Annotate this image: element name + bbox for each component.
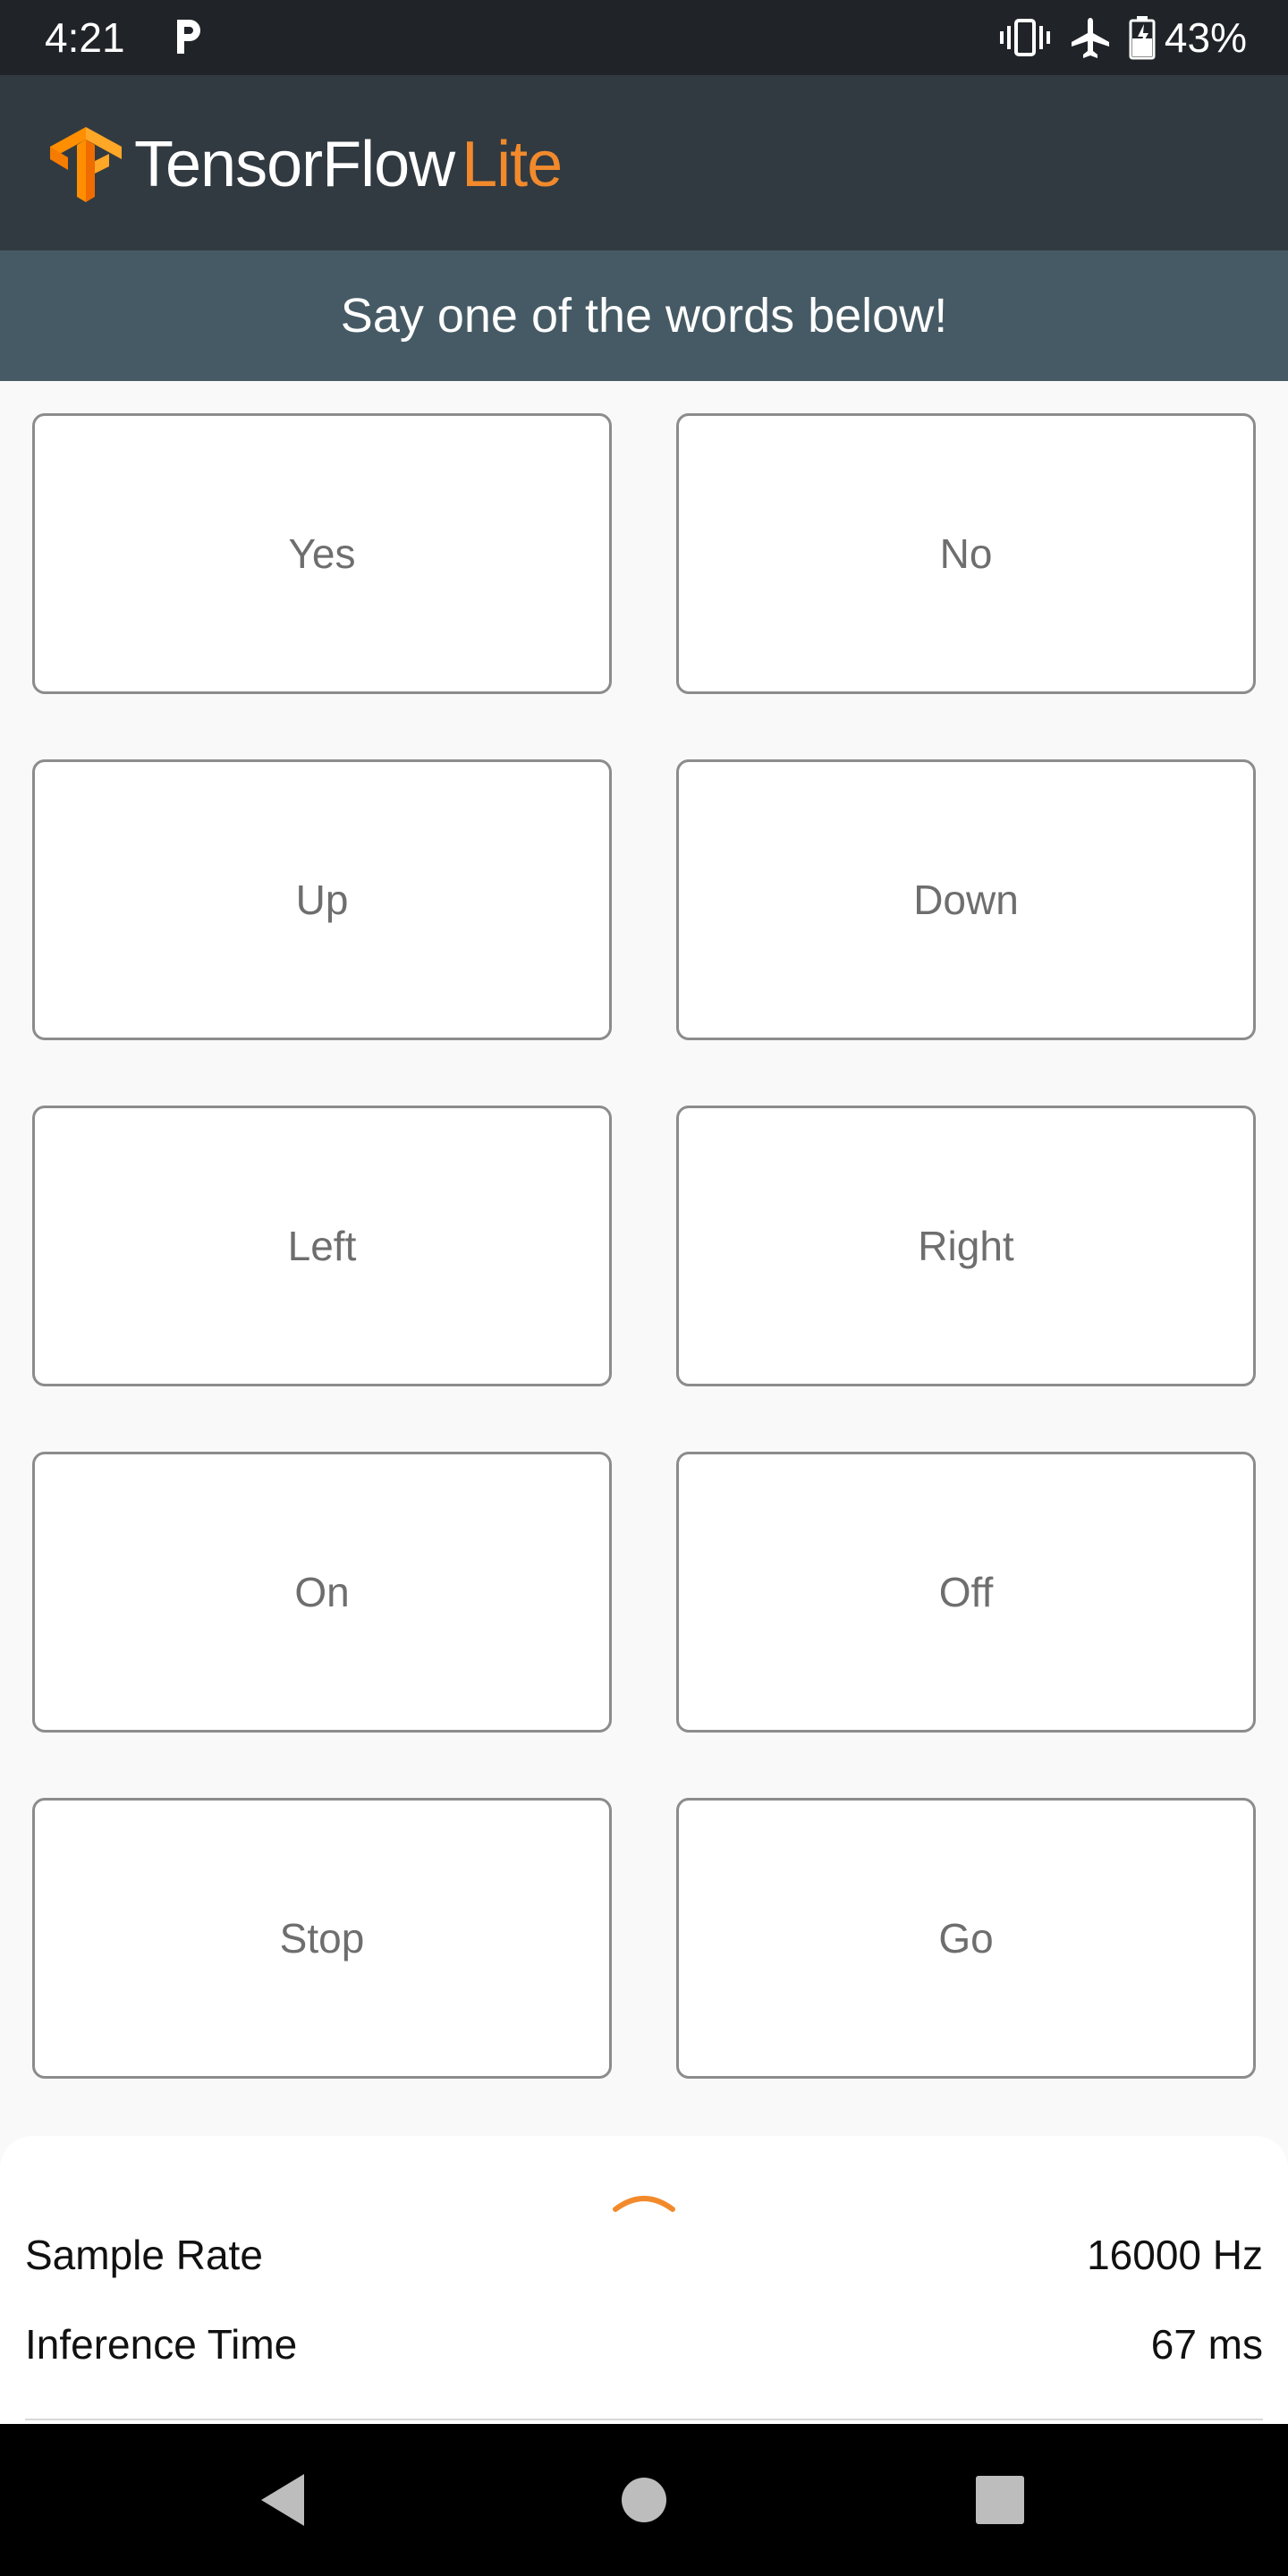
word-no: No bbox=[676, 413, 1256, 694]
word-right: Right bbox=[676, 1106, 1256, 1386]
word-go: Go bbox=[676, 1798, 1256, 2079]
app-title-main: TensorFlow bbox=[134, 129, 455, 200]
status-bar: 4:21 43% bbox=[0, 0, 1288, 75]
inference-time-label: Inference Time bbox=[25, 2321, 298, 2368]
inference-time-row: Inference Time 67 ms bbox=[25, 2320, 1263, 2368]
back-icon[interactable] bbox=[252, 2469, 315, 2531]
app-bar: TensorFlow Lite bbox=[0, 75, 1288, 250]
sample-rate-label: Sample Rate bbox=[25, 2232, 263, 2278]
parking-icon bbox=[177, 20, 200, 54]
word-on: On bbox=[32, 1452, 612, 1733]
status-icons: 43% bbox=[982, 11, 1247, 64]
sample-rate-row: Sample Rate 16000 Hz bbox=[25, 2231, 1263, 2279]
airplane-icon bbox=[1071, 18, 1109, 58]
home-icon[interactable] bbox=[613, 2469, 675, 2531]
inference-time-value: 67 ms bbox=[1150, 2321, 1263, 2368]
battery-icon bbox=[1129, 16, 1156, 60]
bottom-sheet: Sample Rate 16000 Hz Inference Time 67 m… bbox=[0, 2136, 1288, 2424]
sample-rate-value: 16000 Hz bbox=[1087, 2232, 1263, 2278]
vibrate-icon bbox=[999, 19, 1050, 56]
word-off: Off bbox=[676, 1452, 1256, 1733]
status-time: 4:21 bbox=[45, 14, 125, 61]
app-screen: 4:21 43% TensorFlow Lite Say one of the … bbox=[0, 0, 1288, 2576]
word-left: Left bbox=[32, 1106, 612, 1386]
word-yes: Yes bbox=[32, 413, 612, 694]
word-up: Up bbox=[32, 759, 612, 1040]
word-stop: Stop bbox=[32, 1798, 612, 2079]
navigation-bar bbox=[0, 2424, 1288, 2576]
app-title-suffix: Lite bbox=[462, 129, 563, 200]
sheet-divider bbox=[25, 2419, 1263, 2420]
instruction-banner: Say one of the words below! bbox=[0, 250, 1288, 381]
chevron-up-icon[interactable] bbox=[612, 2186, 676, 2215]
tensorflow-logo-icon bbox=[50, 127, 122, 202]
word-down: Down bbox=[676, 759, 1256, 1040]
app-title: TensorFlow Lite bbox=[134, 127, 563, 202]
recents-icon[interactable] bbox=[969, 2469, 1031, 2531]
battery-percent: 43% bbox=[1164, 14, 1247, 61]
